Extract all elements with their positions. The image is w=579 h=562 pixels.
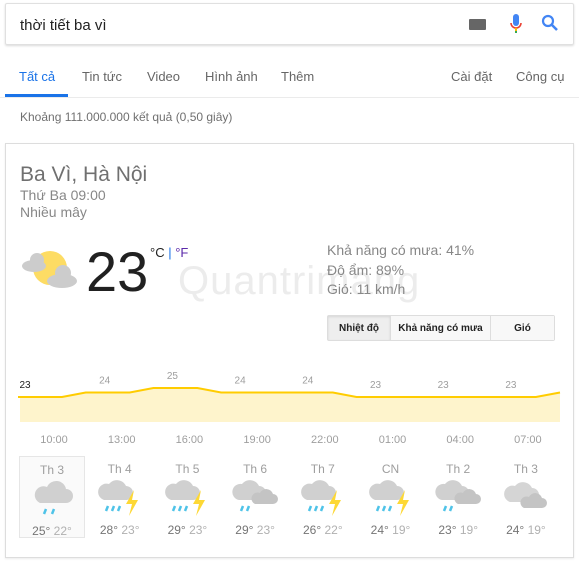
x-tick-label: 16:00 bbox=[176, 434, 204, 446]
high-temp: 24° bbox=[370, 523, 389, 537]
cloudy-rain-icon bbox=[435, 480, 482, 512]
x-tick-label: 04:00 bbox=[446, 434, 474, 446]
data-label: 24 bbox=[302, 376, 314, 387]
day-name: Th 2 bbox=[446, 462, 471, 476]
precipitation: Khả năng có mưa: 41% bbox=[327, 242, 475, 258]
tab-video[interactable]: Video bbox=[147, 69, 180, 84]
data-label: 23 bbox=[438, 380, 450, 391]
thunderstorm-icon bbox=[97, 480, 138, 516]
temperature-button[interactable]: Nhiệt độ bbox=[328, 316, 391, 340]
day-name: Th 7 bbox=[310, 462, 335, 476]
x-tick-label: 07:00 bbox=[514, 434, 542, 446]
day-name: Th 3 bbox=[513, 462, 538, 476]
chart-mode-buttons: Nhiệt độ Khả năng có mưa Gió bbox=[327, 315, 555, 341]
thunderstorm-icon bbox=[368, 480, 409, 516]
high-temp: 24° bbox=[506, 523, 525, 537]
forecast-day[interactable]: Th 6 29° 23° bbox=[222, 456, 288, 538]
x-tick-label: 13:00 bbox=[108, 434, 136, 446]
day-name: Th 4 bbox=[107, 462, 132, 476]
data-label: 23 bbox=[370, 380, 382, 391]
data-label: 25 bbox=[167, 371, 179, 382]
x-tick-label: 22:00 bbox=[311, 434, 339, 446]
humidity: Độ ẩm: 89% bbox=[327, 262, 405, 278]
partly-cloudy-icon bbox=[22, 251, 77, 288]
thunderstorm-icon bbox=[165, 480, 206, 516]
tab-more[interactable]: Thêm bbox=[281, 69, 314, 84]
precipitation-button[interactable]: Khả năng có mưa bbox=[391, 316, 491, 340]
thunderstorm-icon bbox=[300, 480, 341, 516]
low-temp: 19° bbox=[392, 523, 411, 537]
forecast-day[interactable]: Th 3 24° 19° bbox=[493, 456, 559, 538]
x-tick-label: 01:00 bbox=[379, 434, 407, 446]
rain-icon bbox=[34, 480, 73, 515]
cloudy-icon bbox=[504, 482, 547, 508]
high-temp: 26° bbox=[302, 523, 322, 537]
forecast-day[interactable]: Th 5 29° 23° bbox=[154, 456, 220, 538]
data-label: 24 bbox=[235, 376, 247, 387]
cloudy-rain-icon bbox=[232, 480, 279, 512]
low-temp: 23° bbox=[189, 523, 208, 537]
condition: Nhiều mây bbox=[20, 204, 87, 220]
low-temp: 19° bbox=[459, 523, 479, 537]
high-temp: 25° bbox=[32, 524, 51, 538]
tools-link[interactable]: Công cụ bbox=[516, 69, 564, 84]
settings-link[interactable]: Cài đặt bbox=[451, 69, 492, 84]
tab-all[interactable]: Tất cả bbox=[19, 69, 55, 84]
current-temperature: 23 bbox=[86, 240, 149, 303]
data-label: 23 bbox=[19, 380, 31, 391]
day-name: Th 5 bbox=[175, 462, 200, 476]
day-name: CN bbox=[381, 462, 400, 476]
low-temp: 22° bbox=[324, 523, 343, 537]
high-temp: 29° bbox=[235, 523, 254, 537]
low-temp: 23° bbox=[121, 523, 140, 537]
day-name: Th 3 bbox=[39, 463, 64, 477]
weather-card: Ba Vì, Hà Nội Thứ Ba 09:00 Nhiều mây 23 … bbox=[5, 143, 574, 558]
day-name: Th 6 bbox=[243, 462, 268, 476]
tab-images[interactable]: Hình ảnh bbox=[205, 69, 258, 84]
forecast-day[interactable]: Th 4 28° 23° bbox=[87, 456, 153, 538]
unit-toggle: °C | °F bbox=[150, 245, 188, 260]
low-temp: 19° bbox=[527, 523, 546, 537]
high-temp: 23° bbox=[438, 523, 457, 537]
result-stats: Khoảng 111.000.000 kết quả (0,50 giây) bbox=[20, 110, 233, 124]
x-tick-label: 19:00 bbox=[243, 434, 271, 446]
time: Thứ Ba 09:00 bbox=[20, 187, 106, 203]
high-temp: 28° bbox=[99, 523, 119, 537]
low-temp: 23° bbox=[256, 523, 275, 537]
temperature-chart: 23 10:00 24 13:00 25 16:00 24 19:00 24 22:00 23 01:… bbox=[18, 371, 561, 446]
location: Ba Vì, Hà Nội bbox=[20, 163, 148, 186]
data-label: 23 bbox=[505, 380, 517, 391]
x-tick-label: 10:00 bbox=[40, 434, 68, 446]
forecast-day[interactable]: Th 2 23° 19° bbox=[425, 456, 491, 538]
unit-separator: | bbox=[168, 245, 172, 260]
fahrenheit-unit[interactable]: °F bbox=[175, 245, 188, 260]
low-temp: 22° bbox=[53, 524, 72, 538]
active-tab-indicator bbox=[5, 94, 68, 97]
celsius-unit[interactable]: °C bbox=[150, 245, 165, 260]
data-label: 24 bbox=[99, 376, 111, 387]
forecast-day[interactable]: Th 7 26° 22° bbox=[290, 456, 356, 538]
forecast-day[interactable]: Th 3 25° 22° bbox=[19, 456, 85, 538]
search-tabs: Tất cả Tin tức Video Hình ảnh Thêm Cài đ… bbox=[0, 0, 579, 98]
tab-news[interactable]: Tin tức bbox=[82, 69, 122, 84]
forecast-day[interactable]: CN 24° 19° bbox=[358, 456, 424, 538]
high-temp: 29° bbox=[167, 523, 186, 537]
wind: Gió: 11 km/h bbox=[327, 281, 406, 297]
wind-button[interactable]: Gió bbox=[491, 316, 554, 340]
